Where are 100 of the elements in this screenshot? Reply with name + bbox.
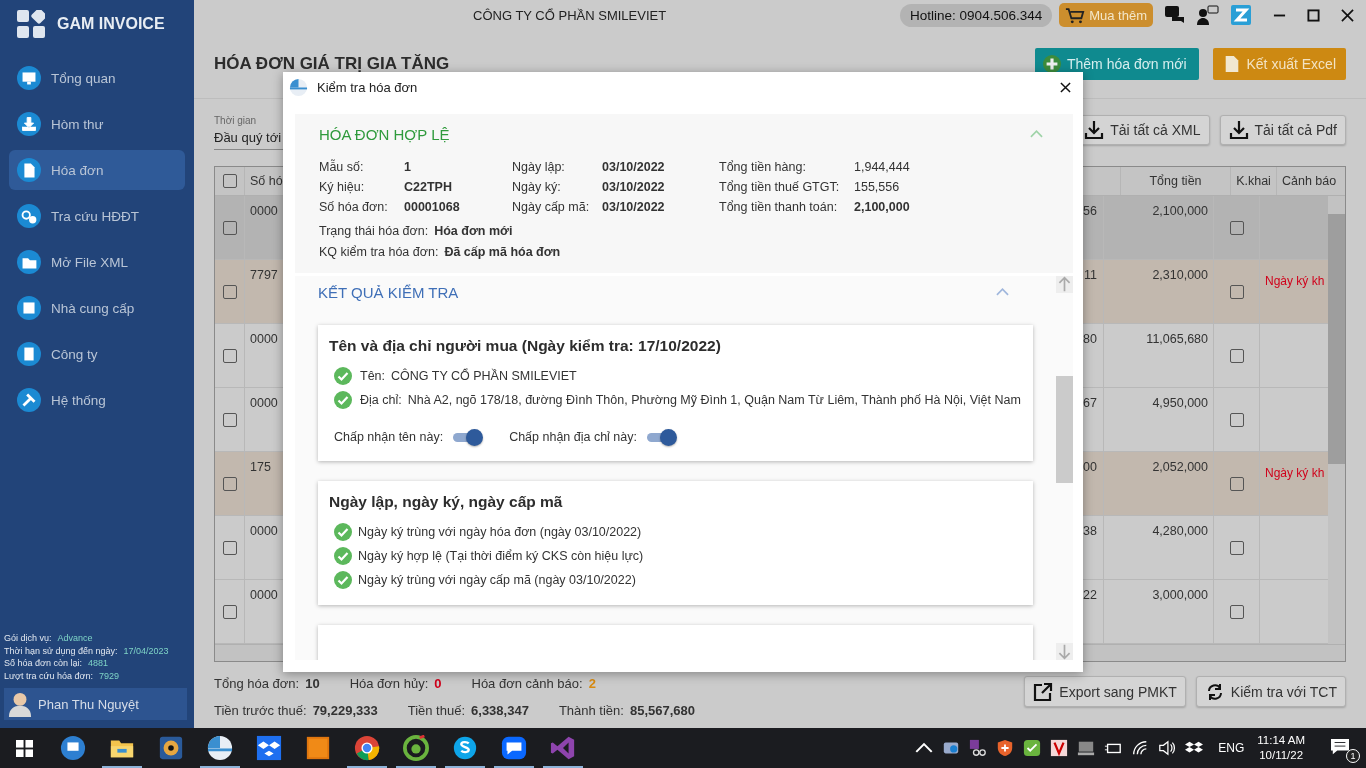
checkbox[interactable]: [222, 348, 237, 363]
remote-desktop-icon[interactable]: [60, 735, 86, 761]
sidebar-icon: [17, 66, 41, 90]
app-icon[interactable]: [207, 735, 233, 761]
table-cell: 4,950,000: [1152, 396, 1208, 410]
checkbox[interactable]: [1229, 476, 1244, 491]
table-cell: 0000: [250, 332, 278, 346]
table-cell: 67: [1083, 396, 1097, 410]
field-value: Đã cấp mã hóa đơn: [444, 245, 561, 259]
checkbox[interactable]: [1229, 540, 1244, 555]
help-chat-icon[interactable]: [1164, 4, 1186, 26]
scrollbar-thumb[interactable]: [1056, 376, 1073, 483]
field-value: C22TPH: [404, 180, 453, 194]
stat-label: Hóa đơn cảnh báo:: [471, 676, 583, 691]
page-title: HÓA ĐƠN GIÁ TRỊ GIA TĂNG: [214, 54, 450, 74]
field-label: Mẫu số:: [319, 160, 365, 174]
checkbox[interactable]: [1229, 348, 1244, 363]
table-cell: 38: [1083, 524, 1097, 538]
sidebar-item[interactable]: Công ty: [9, 334, 185, 374]
column-header: K.khai: [1231, 167, 1277, 195]
field-label: Tổng tiền hàng:: [719, 160, 807, 174]
toggle-switch[interactable]: [451, 429, 484, 445]
checkbox[interactable]: [1229, 220, 1244, 235]
checkbox[interactable]: [1229, 284, 1244, 299]
design-app-icon[interactable]: [305, 735, 331, 761]
checkbox[interactable]: [222, 174, 237, 188]
sidebar-icon: [17, 342, 41, 366]
checkbox[interactable]: [222, 412, 237, 427]
field-value: 03/10/2022: [602, 180, 666, 194]
shield-icon[interactable]: [996, 739, 1015, 757]
toggle-label: Chấp nhận địa chỉ này:: [509, 430, 637, 444]
add-invoice-button[interactable]: Thêm hóa đơn mới: [1034, 48, 1199, 80]
stat-value: 2: [588, 676, 596, 691]
checkbox[interactable]: [1229, 604, 1244, 619]
table-cell: 2,052,000: [1152, 460, 1208, 474]
company-name: CÔNG TY CỔ PHẦN SMILEVIET: [473, 7, 667, 23]
visual-studio-icon[interactable]: [550, 735, 576, 761]
sidebar-icon: [17, 296, 41, 320]
close-icon[interactable]: [1060, 81, 1071, 93]
sidebar-item[interactable]: Nhà cung cấp: [9, 288, 185, 328]
check-icon[interactable]: [1023, 739, 1042, 757]
stat-label: Hóa đơn hủy:: [349, 676, 429, 691]
sidebar-item[interactable]: Hệ thống: [9, 380, 185, 420]
sidebar-icon: [17, 112, 41, 136]
table-cell: 11: [1084, 268, 1097, 282]
skype-icon[interactable]: [452, 735, 478, 761]
sidebar-item[interactable]: Hóa đơn: [9, 150, 185, 190]
maximize-icon[interactable]: [1307, 8, 1320, 22]
browser-icon[interactable]: [403, 735, 429, 761]
field-label: Tổng tiền thanh toán:: [719, 200, 839, 214]
notification-icon[interactable]: [1330, 738, 1350, 756]
field-value: 03/10/2022: [602, 200, 666, 214]
vertical-scrollbar[interactable]: [1328, 196, 1345, 644]
sidebar-item[interactable]: Hòm thư: [9, 104, 185, 144]
z-logo-icon[interactable]: [1230, 4, 1252, 26]
service-value: 17/04/2023: [123, 644, 169, 657]
chat-bubble-icon[interactable]: [501, 735, 527, 761]
dialog-title: Kiểm tra hóa đơn: [317, 79, 418, 95]
cart-icon: [1065, 6, 1086, 24]
download-pdf-button[interactable]: Tải tất cả Pdf: [1219, 115, 1346, 145]
checkbox[interactable]: [222, 604, 237, 619]
checkbox[interactable]: [222, 220, 237, 235]
check-button[interactable]: Kiểm tra với TCT: [1195, 676, 1346, 707]
field-label: KQ kiểm tra hóa đơn:: [319, 245, 439, 259]
field-label: Ngày ký:: [512, 180, 562, 194]
chrome-icon[interactable]: [354, 735, 380, 761]
checkbox[interactable]: [222, 476, 237, 491]
checkbox[interactable]: [1229, 412, 1244, 427]
dropbox-icon[interactable]: [256, 735, 282, 761]
export-button[interactable]: Export sang PMKT: [1024, 676, 1186, 707]
download-icon: [1228, 120, 1249, 140]
language-indicator[interactable]: ENG: [1218, 741, 1245, 755]
field-label: Tổng tiền thuế GTGT:: [719, 180, 841, 194]
table-cell: 0000: [250, 524, 278, 538]
service-label: Lượt tra cứu hóa đơn:: [4, 669, 93, 682]
column-header: Cảnh báo: [1281, 173, 1338, 190]
table-cell: 175: [250, 460, 271, 474]
sidebar-item[interactable]: Tra cứu HĐĐT: [9, 196, 185, 236]
media-player-icon[interactable]: [158, 735, 184, 761]
service-label: Gói dịch vụ:: [4, 632, 52, 645]
computer-icon[interactable]: [1077, 739, 1096, 757]
close-icon[interactable]: [1341, 8, 1354, 22]
checkbox[interactable]: [222, 284, 237, 299]
field-value: 2,100,000: [854, 200, 911, 214]
clock[interactable]: 11:14 AM 10/11/22: [1257, 733, 1305, 763]
external-link-icon: [1033, 681, 1054, 702]
checkbox[interactable]: [222, 540, 237, 555]
sidebar-item[interactable]: Mở File XML: [9, 242, 185, 282]
logo-icon: [17, 9, 45, 38]
field-label: Trạng thái hóa đơn:: [319, 224, 429, 238]
windows-start-icon[interactable]: [16, 739, 33, 757]
table-cell: 00: [1083, 460, 1097, 474]
field-label: Ký hiệu:: [319, 180, 366, 194]
toggle-switch[interactable]: [645, 429, 677, 445]
support-person-icon[interactable]: [1197, 4, 1219, 26]
v-shield-icon[interactable]: [1050, 739, 1069, 757]
card-title: Tên và địa chỉ người mua (Ngày kiểm tra: 17/10/2022): [329, 337, 722, 355]
sidebar-item[interactable]: Tổng quan: [9, 58, 185, 98]
volume-icon[interactable]: [1158, 739, 1177, 757]
user-panel[interactable]: Phan Thu Nguyệt: [4, 688, 187, 720]
